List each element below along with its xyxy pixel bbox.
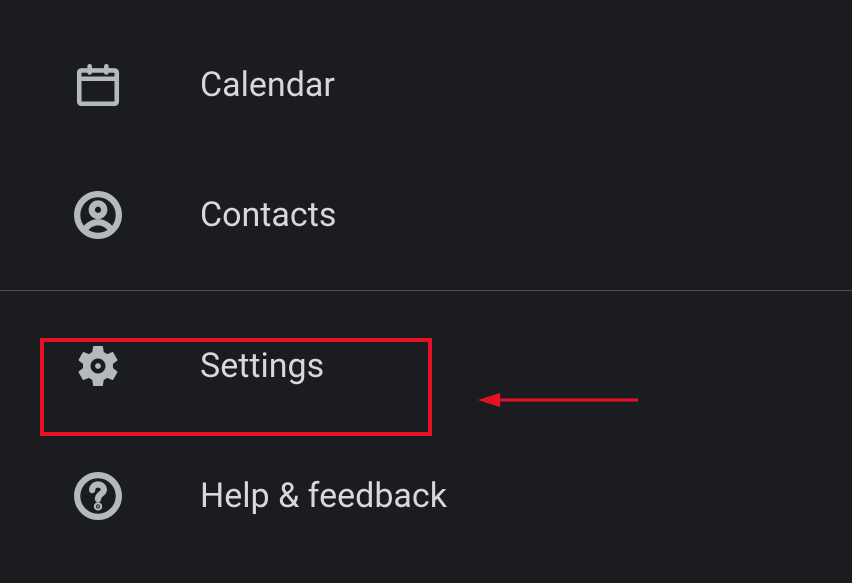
navigation-menu: Calendar Contacts Settings xyxy=(0,0,852,561)
calendar-icon xyxy=(70,58,125,113)
help-icon xyxy=(70,469,125,524)
menu-item-calendar[interactable]: Calendar xyxy=(0,20,852,150)
menu-item-settings[interactable]: Settings xyxy=(0,301,852,431)
menu-item-help-feedback[interactable]: Help & feedback xyxy=(0,431,852,561)
menu-item-label: Settings xyxy=(200,346,324,386)
menu-item-label: Contacts xyxy=(200,195,336,235)
menu-item-label: Help & feedback xyxy=(200,476,447,516)
contacts-icon xyxy=(70,188,125,243)
gear-icon xyxy=(70,339,125,394)
menu-divider xyxy=(0,290,852,291)
menu-item-contacts[interactable]: Contacts xyxy=(0,150,852,280)
menu-item-label: Calendar xyxy=(200,65,335,105)
